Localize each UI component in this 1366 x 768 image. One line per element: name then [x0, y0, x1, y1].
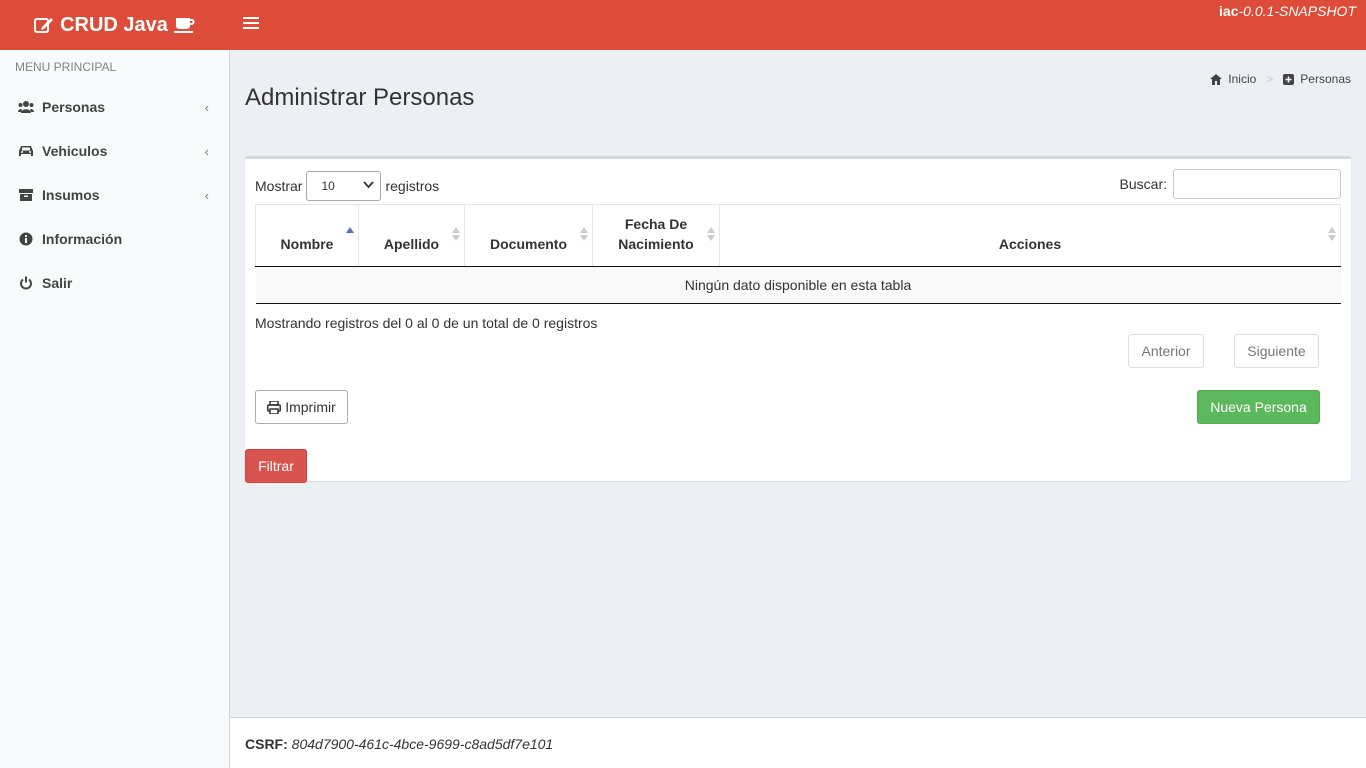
- search-control: Buscar:: [1120, 169, 1341, 199]
- breadcrumb-current: Personas: [1300, 72, 1351, 86]
- sidebar-item-salir[interactable]: Salir: [0, 261, 229, 305]
- breadcrumb-separator: >: [1266, 72, 1274, 86]
- csrf-token: 804d7900-461c-4bce-9699-c8ad5df7e101: [291, 736, 554, 752]
- column-header-label: Apellido: [383, 236, 440, 252]
- app-logo-text: CRUD Java: [60, 13, 168, 36]
- records-label: registros: [385, 178, 440, 194]
- users-icon: [18, 99, 34, 115]
- version-label: iac-0.0.1-SNAPSHOT: [1219, 3, 1356, 19]
- car-icon: [18, 143, 34, 159]
- coffee-icon: [173, 18, 195, 33]
- column-header-documento[interactable]: Documento: [464, 204, 593, 267]
- version-name: iac: [1219, 3, 1239, 19]
- filter-button[interactable]: Filtrar: [245, 449, 307, 483]
- sidebar-item-insumos[interactable]: Insumos ‹: [0, 173, 229, 217]
- sort-both-icon: [580, 227, 588, 241]
- sidebar-item-label: Insumos: [42, 187, 100, 203]
- chevron-left-icon: ‹: [204, 100, 209, 115]
- sidebar-item-label: Salir: [42, 275, 73, 291]
- table-header-row: Nombre Apellido Documento Fecha De Nacim…: [255, 204, 1341, 267]
- top-header: CRUD Java iac-0.0.1-SNAPSHOT: [0, 0, 1366, 50]
- sidebar: MENU PRINCIPAL Personas ‹ Vehiculos ‹ In…: [0, 50, 230, 768]
- personas-table: Nombre Apellido Documento Fecha De Nacim…: [255, 204, 1341, 304]
- plus-square-icon: [1283, 73, 1295, 85]
- show-label: Mostrar: [255, 178, 303, 194]
- menu-header: MENU PRINCIPAL: [15, 60, 117, 74]
- print-button[interactable]: Imprimir: [255, 390, 348, 424]
- footer: CSRF: 804d7900-461c-4bce-9699-c8ad5df7e1…: [230, 717, 1366, 768]
- previous-page-button[interactable]: Anterior: [1128, 334, 1204, 368]
- app-logo[interactable]: CRUD Java: [0, 0, 230, 50]
- search-label: Buscar:: [1119, 176, 1167, 192]
- home-icon: [1210, 73, 1223, 85]
- column-header-label: Acciones: [998, 236, 1062, 252]
- print-icon: [267, 400, 282, 414]
- sort-asc-icon: [346, 227, 354, 233]
- print-button-label: Imprimir: [285, 399, 336, 415]
- table-row: Ningún dato disponible en esta tabla: [255, 266, 1341, 304]
- column-header-label: Documento: [490, 236, 567, 252]
- table-info: Mostrando registros del 0 al 0 de un tot…: [255, 315, 598, 331]
- sidebar-item-personas[interactable]: Personas ‹: [0, 85, 229, 129]
- breadcrumb: Inicio > Personas: [1210, 72, 1351, 86]
- sidebar-item-label: Personas: [42, 99, 106, 115]
- column-header-apellido[interactable]: Apellido: [358, 204, 465, 267]
- personas-panel: Mostrar 10 registros Buscar: Nombre Apel…: [245, 156, 1351, 483]
- search-input[interactable]: [1173, 169, 1341, 199]
- chevron-left-icon: ‹: [204, 188, 209, 203]
- page-size-value: 10: [321, 179, 335, 193]
- csrf-label: CSRF:: [245, 736, 288, 752]
- page-title: Administrar Personas: [245, 84, 475, 111]
- column-header-fecha-nacimiento[interactable]: Fecha De Nacimiento: [592, 204, 720, 267]
- page-length-control: Mostrar 10 registros: [255, 171, 439, 201]
- edit-icon: [34, 18, 54, 33]
- sidebar-toggle-button[interactable]: [243, 17, 259, 33]
- chevron-down-icon: [363, 181, 375, 189]
- sidebar-item-label: Información: [42, 231, 123, 247]
- column-header-label: Fecha De Nacimiento: [618, 216, 694, 252]
- chevron-left-icon: ‹: [204, 144, 209, 159]
- version-number: -0.0.1-SNAPSHOT: [1238, 3, 1356, 19]
- power-icon: [18, 275, 34, 291]
- sort-both-icon: [1328, 227, 1336, 241]
- archive-icon: [18, 187, 34, 203]
- column-header-acciones[interactable]: Acciones: [719, 204, 1341, 267]
- sidebar-item-label: Vehiculos: [42, 143, 108, 159]
- sort-both-icon: [452, 227, 460, 241]
- empty-table-message: Ningún dato disponible en esta tabla: [255, 266, 1341, 304]
- column-header-label: Nombre: [280, 236, 334, 252]
- next-page-button[interactable]: Siguiente: [1234, 334, 1319, 368]
- sidebar-item-informacion[interactable]: Información: [0, 217, 229, 261]
- sort-both-icon: [707, 227, 715, 241]
- page-size-select[interactable]: 10: [306, 171, 382, 201]
- sidebar-item-vehiculos[interactable]: Vehiculos ‹: [0, 129, 229, 173]
- breadcrumb-home-link[interactable]: Inicio: [1228, 72, 1256, 86]
- column-header-nombre[interactable]: Nombre: [255, 204, 359, 267]
- new-person-button[interactable]: Nueva Persona: [1197, 390, 1320, 424]
- info-icon: [18, 231, 34, 247]
